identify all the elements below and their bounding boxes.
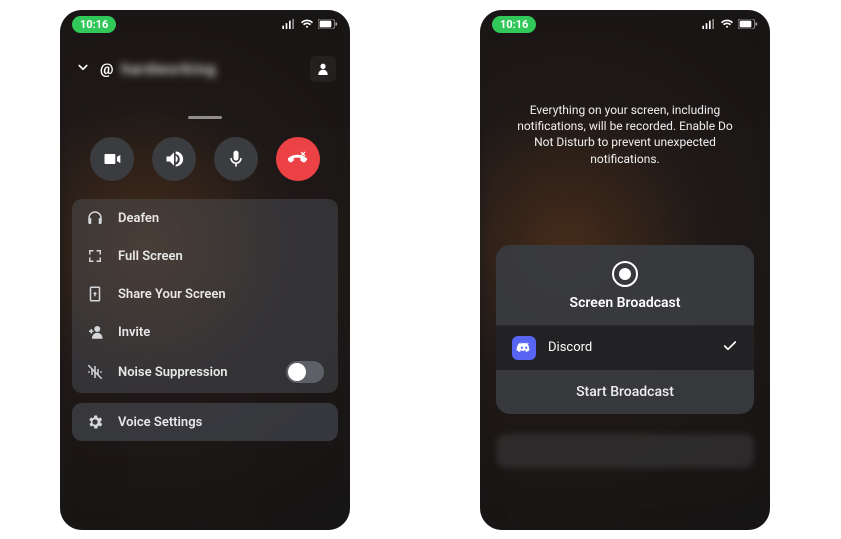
drag-handle[interactable] (188, 116, 222, 119)
status-bar: 10:16 (60, 10, 350, 38)
battery-icon (738, 19, 758, 29)
menu-deafen[interactable]: Deafen (72, 199, 338, 237)
broadcast-title: Screen Broadcast (496, 295, 754, 311)
wifi-icon (720, 19, 734, 29)
headphones-icon (86, 209, 104, 227)
menu-invite[interactable]: Invite (72, 313, 338, 351)
menu-share-screen[interactable]: Share Your Screen (72, 275, 338, 313)
members-button[interactable] (310, 56, 336, 82)
blurred-row (496, 434, 754, 468)
phone-screen-voice-menu: 10:16 @ hardworking (60, 10, 350, 530)
phone-screen-broadcast: 10:16 Everything on your screen, includi… (480, 10, 770, 530)
fullscreen-icon (86, 247, 104, 265)
broadcast-card: Screen Broadcast Discord Start Broadcast (496, 245, 754, 414)
menu-noise-suppression[interactable]: Noise Suppression (72, 351, 338, 393)
signal-icon (702, 19, 716, 29)
mute-button[interactable] (214, 137, 258, 181)
share-screen-icon (86, 285, 104, 303)
voice-settings-card: Voice Settings (72, 403, 338, 441)
invite-icon (86, 323, 104, 341)
status-time-pill: 10:16 (72, 16, 116, 33)
discord-app-icon (512, 336, 536, 360)
noise-suppression-toggle[interactable] (286, 361, 324, 383)
voice-menu: Deafen Full Screen Share Your Screen Inv… (72, 199, 338, 393)
gear-icon (86, 413, 104, 431)
menu-deafen-label: Deafen (118, 211, 159, 226)
record-icon (612, 261, 638, 287)
menu-noise-suppression-label: Noise Suppression (118, 365, 228, 380)
call-controls (60, 137, 350, 181)
check-icon (722, 338, 738, 358)
channel-name: hardworking (121, 60, 216, 78)
broadcast-app-row[interactable]: Discord (496, 326, 754, 370)
menu-fullscreen-label: Full Screen (118, 249, 183, 264)
menu-share-screen-label: Share Your Screen (118, 287, 226, 302)
menu-voice-settings-label: Voice Settings (118, 415, 202, 430)
chevron-down-icon[interactable] (74, 58, 92, 80)
menu-invite-label: Invite (118, 325, 150, 340)
hangup-button[interactable] (276, 137, 320, 181)
camera-button[interactable] (90, 137, 134, 181)
status-indicators (702, 19, 758, 29)
noise-suppression-icon (86, 363, 104, 381)
call-header: @ hardworking (60, 38, 350, 86)
at-sign-icon: @ (100, 60, 113, 78)
signal-icon (282, 19, 296, 29)
broadcast-disclaimer: Everything on your screen, including not… (480, 38, 770, 167)
broadcast-header: Screen Broadcast (496, 245, 754, 326)
menu-voice-settings[interactable]: Voice Settings (72, 403, 338, 441)
status-time-pill: 10:16 (492, 16, 536, 33)
status-indicators (282, 19, 338, 29)
start-broadcast-button[interactable]: Start Broadcast (496, 370, 754, 414)
menu-fullscreen[interactable]: Full Screen (72, 237, 338, 275)
wifi-icon (300, 19, 314, 29)
speaker-button[interactable] (152, 137, 196, 181)
status-bar: 10:16 (480, 10, 770, 38)
broadcast-app-name: Discord (548, 340, 592, 355)
battery-icon (318, 19, 338, 29)
